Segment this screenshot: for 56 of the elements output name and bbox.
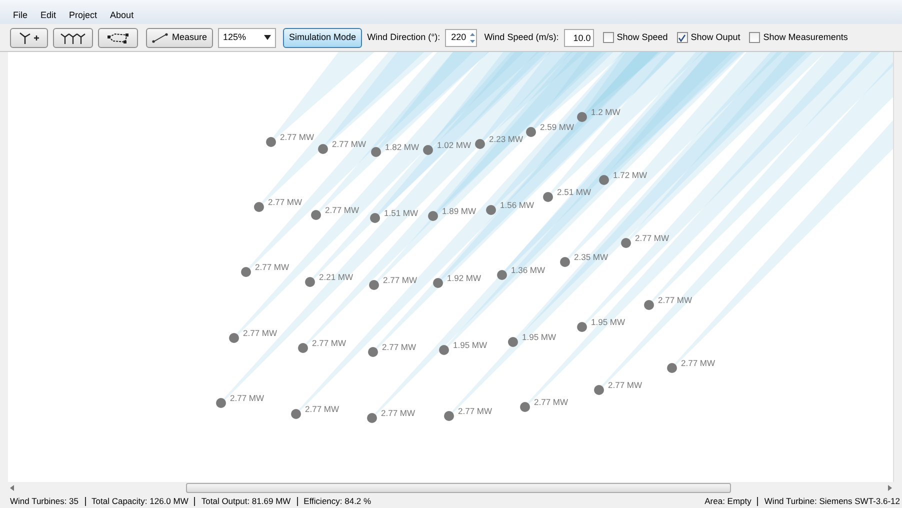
turbine-output-label: 1.92 MW [447, 274, 482, 282]
wind-speed-label: Wind Speed (m/s): [484, 30, 559, 44]
turbine-output-label: 2.77 MW [280, 133, 314, 142]
turbine-output-label: 2.59 MW [540, 123, 574, 132]
turbine-output-label: 2.77 MW [268, 198, 302, 206]
turbine-output-label: 2.77 MW [635, 234, 670, 242]
turbine-output-label: 2.51 MW [557, 188, 592, 196]
turbine-output-label: 1.51 MW [384, 209, 418, 218]
wind-direction-spinner[interactable]: 220 [445, 28, 478, 46]
status-text: Total Capacity: 126.0 MW [92, 494, 188, 508]
zoom-value: 125% [223, 30, 246, 44]
turbine-output-label: 2.77 MW [332, 140, 366, 148]
turbine-output-label: 2.77 MW [383, 276, 418, 284]
zoom-dropdown[interactable]: 125% [218, 28, 276, 48]
turbine-output-label: 1.56 MW [500, 201, 534, 210]
status-text: Total Output: 81.69 MW [201, 494, 291, 508]
turbine-output-label: 2.77 MW [255, 263, 290, 272]
turbine-output-label: 2.77 MW [458, 407, 492, 416]
measure-button[interactable]: Measure [146, 28, 214, 48]
checkbox-label[interactable]: Show Ouput [690, 30, 740, 44]
status-text: Wind Turbines: 35 [10, 494, 79, 508]
turbine-output-label: 1.89 MW [442, 207, 476, 216]
turbine-output-label: 2.77 MW [381, 409, 416, 418]
menu-item[interactable]: Edit [40, 9, 56, 23]
turbine-output-label: 2.77 MW [681, 359, 716, 368]
turbine-output-label: 2.35 MW [574, 253, 608, 262]
turbine-output-label: 1.95 MW [591, 318, 626, 326]
wind-speed-field[interactable]: 10.0 [564, 28, 594, 46]
menu-item[interactable]: File [13, 9, 28, 23]
turbine-output-label: 2.77 MW [534, 398, 568, 406]
checkbox-label[interactable]: Show Speed [616, 30, 668, 44]
turbine-output-label: 1.2 MW [591, 108, 620, 116]
turbine-output-label: 1.02 MW [437, 141, 472, 150]
turbine-output-label: 2.77 MW [243, 329, 278, 338]
simulation-mode-button[interactable]: Simulation Mode [283, 28, 362, 48]
turbine-output-label: 2.23 MW [489, 135, 524, 144]
status-text: Wind Turbine: Siemens SWT-3.6-12 [764, 494, 900, 508]
turbine-output-label: 1.95 MW [522, 333, 556, 342]
turbine-output-label: 2.21 MW [319, 273, 354, 282]
turbine-output-label: 2.77 MW [382, 343, 416, 352]
turbine-output-label: 2.77 MW [305, 405, 340, 414]
status-text: Efficiency: 84.2 % [304, 494, 372, 508]
turbine-output-label: 1.82 MW [385, 143, 420, 152]
wind-direction-label: Wind Direction (°): [367, 30, 440, 44]
turbine-output-label: 1.36 MW [511, 266, 546, 274]
turbine-output-label: 2.77 MW [312, 339, 346, 348]
status-text: Area: Empty [704, 494, 752, 508]
menu-item[interactable]: About [110, 9, 134, 23]
checkbox-label[interactable]: Show Measurements [763, 30, 848, 44]
turbine-output-label: 2.77 MW [608, 381, 642, 390]
turbine-output-label: 2.77 MW [230, 394, 264, 402]
turbine-output-label: 2.77 MW [325, 206, 360, 214]
turbine-output-label: 1.72 MW [613, 171, 648, 180]
menu-item[interactable]: Project [69, 9, 98, 23]
turbine-output-label: 2.77 MW [658, 296, 692, 304]
turbine-output-label: 1.95 MW [453, 341, 488, 350]
